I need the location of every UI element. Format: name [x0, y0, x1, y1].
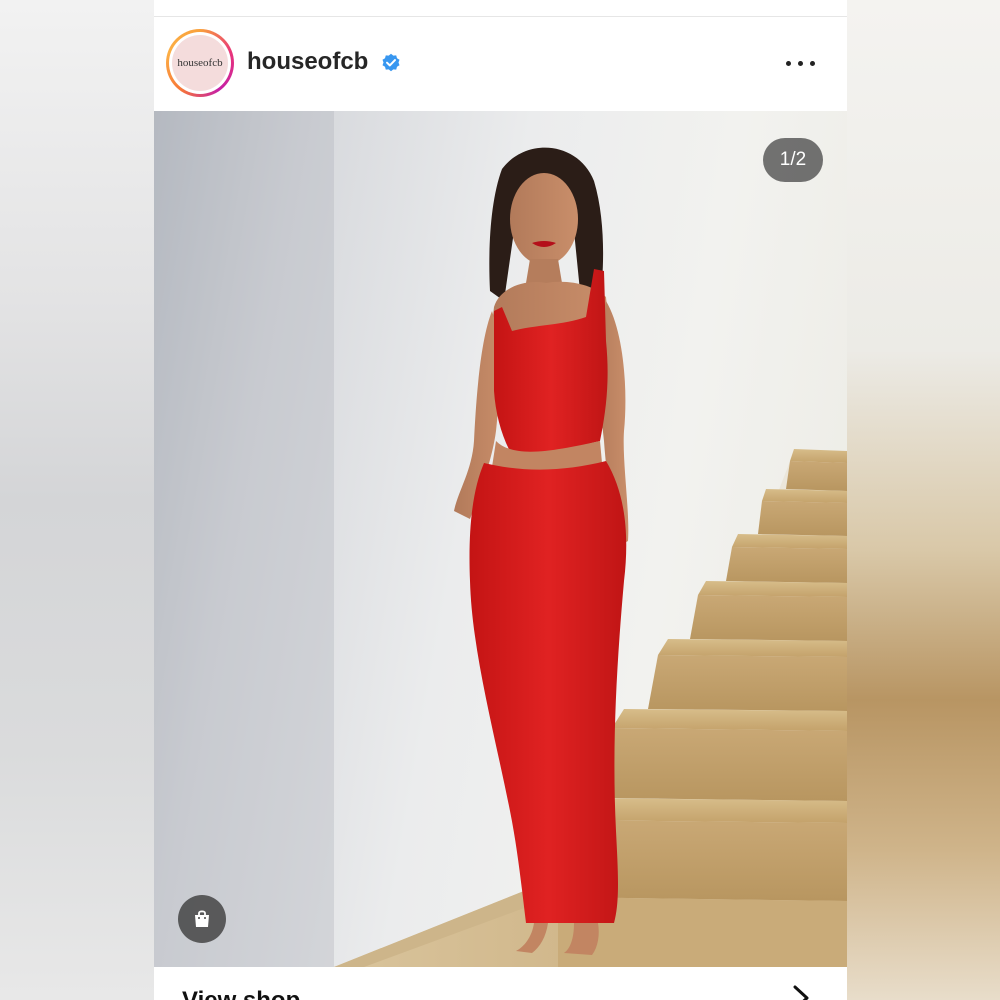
shop-footer[interactable]: View shop	[154, 967, 847, 1000]
avatar-logo-text: houseofcb	[177, 57, 223, 69]
model-figure	[454, 147, 629, 955]
instagram-post-card: houseofcb houseofcb 1/2	[154, 0, 847, 1000]
verified-badge-icon	[382, 53, 400, 72]
story-ring[interactable]: houseofcb	[166, 29, 234, 97]
view-shop-link[interactable]: View shop	[182, 987, 300, 1000]
more-options-icon[interactable]	[784, 51, 824, 75]
image-counter-badge: 1/2	[763, 138, 823, 182]
avatar: houseofcb	[172, 35, 228, 91]
blurred-backdrop-right	[847, 0, 1000, 1000]
post-header: houseofcb houseofcb	[154, 17, 847, 111]
post-photo[interactable]: 1/2	[154, 111, 847, 967]
chevron-right-icon[interactable]	[786, 983, 816, 1000]
blurred-backdrop-left	[0, 0, 154, 1000]
photo-illustration	[154, 111, 847, 967]
username-link[interactable]: houseofcb	[247, 48, 368, 76]
shopping-bag-icon[interactable]	[178, 895, 226, 943]
